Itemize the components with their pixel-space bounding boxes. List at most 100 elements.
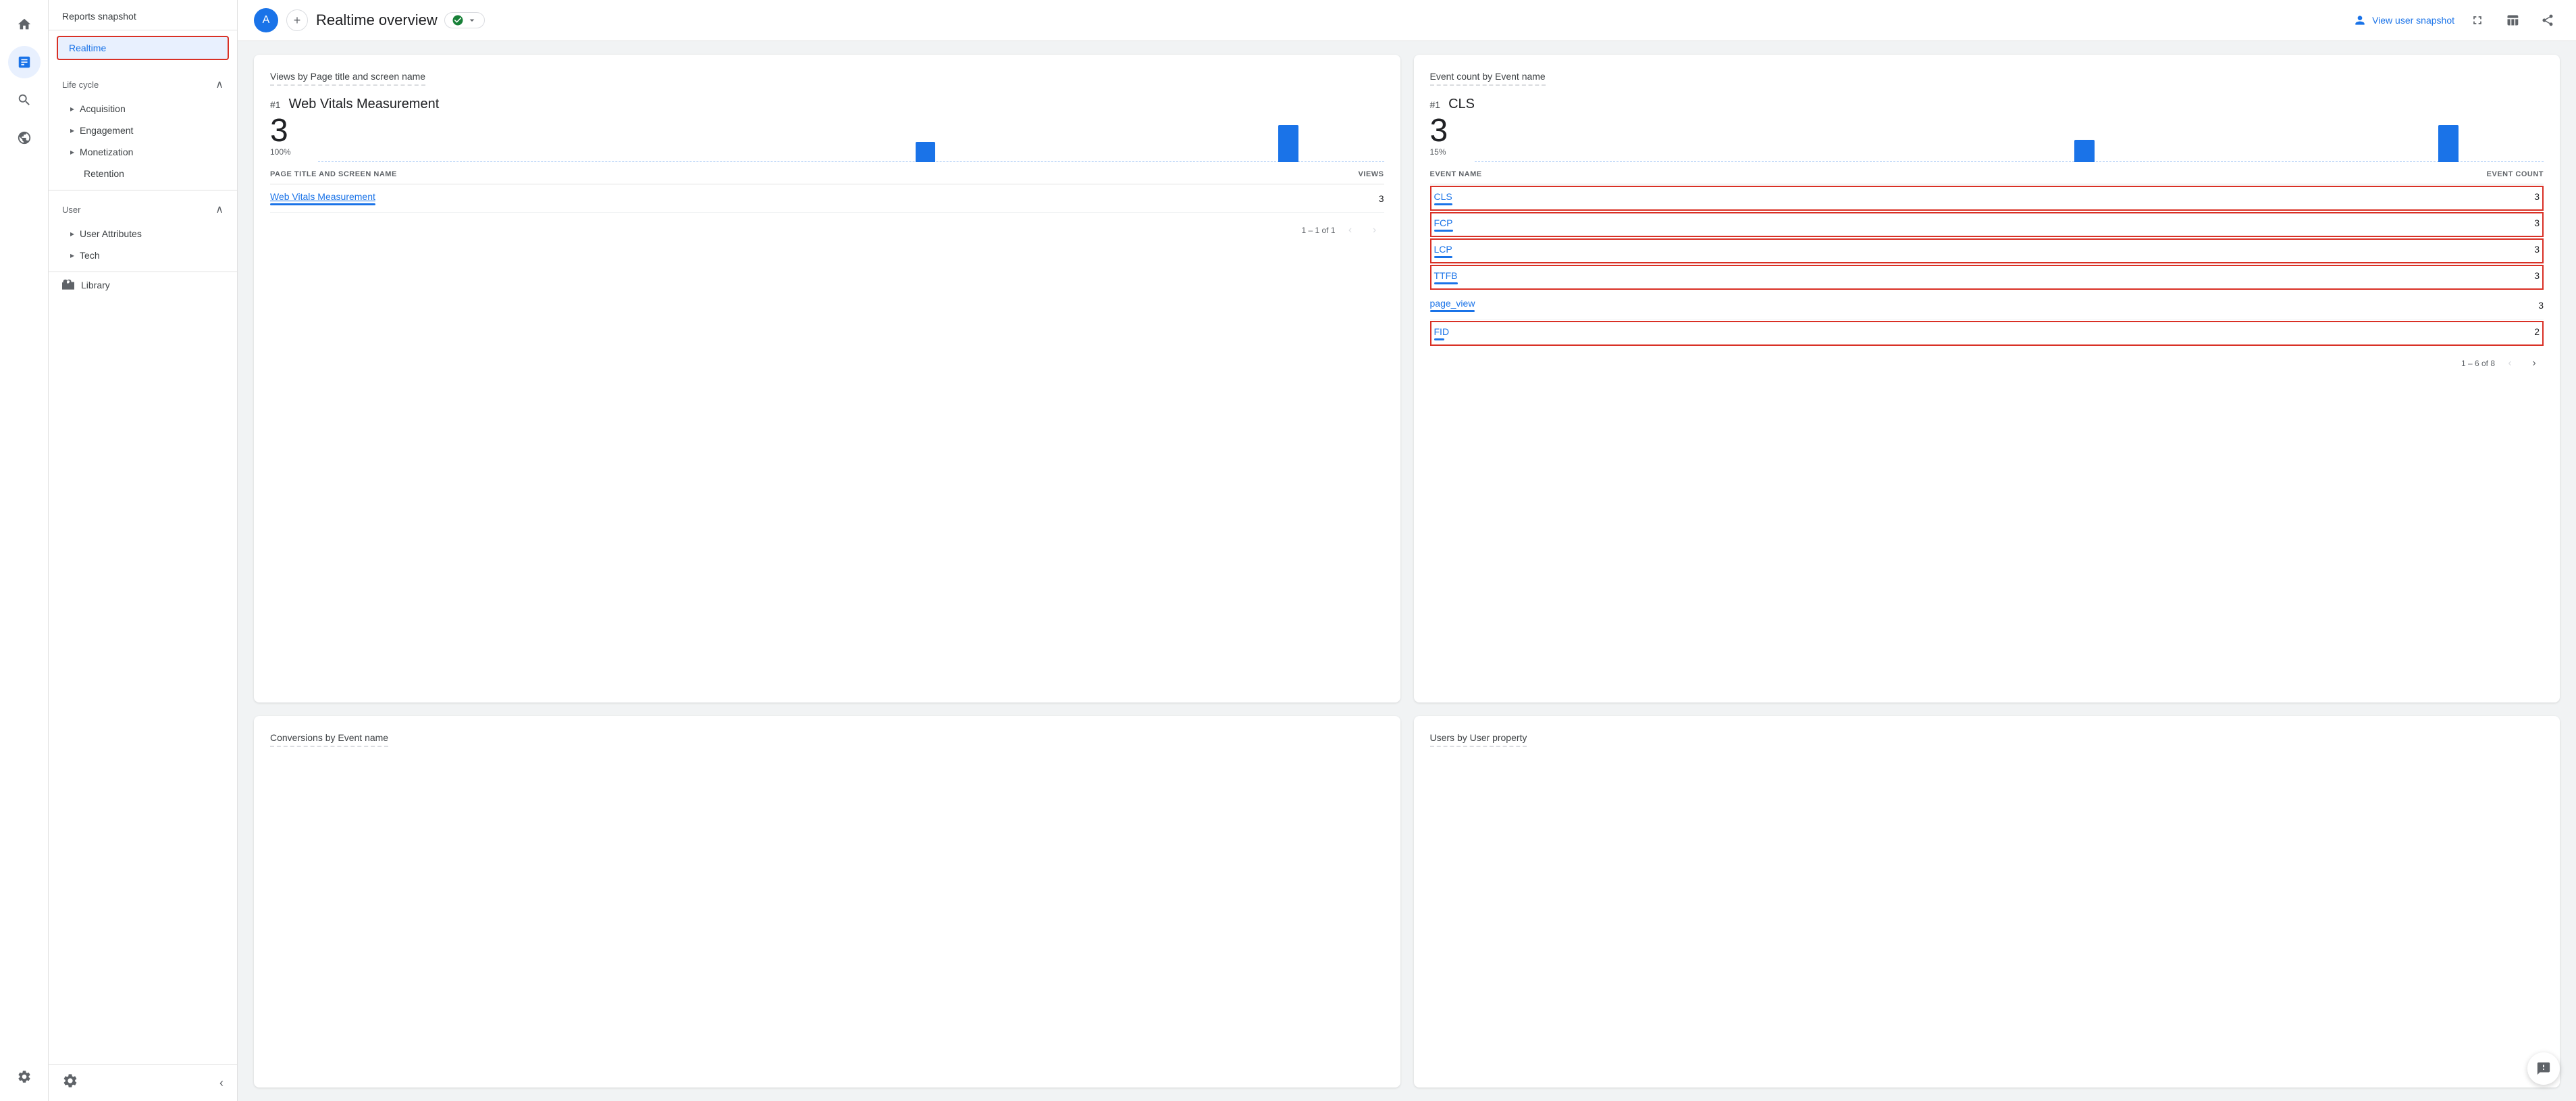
card2-prev-button[interactable]: ‹ (2500, 354, 2519, 373)
avatar-button[interactable]: A (254, 8, 278, 32)
collapse-nav-icon[interactable]: ‹ (219, 1076, 224, 1090)
tech-item[interactable]: ▸ Tech (49, 245, 237, 266)
monetization-label: Monetization (80, 147, 133, 157)
lifecycle-header[interactable]: Life cycle ∧ (49, 71, 237, 98)
nav-header: Reports snapshot (49, 0, 237, 30)
status-dropdown[interactable] (444, 12, 485, 28)
card1-big-number: 3 (270, 115, 291, 147)
engagement-bullet: ▸ (70, 126, 74, 135)
search-reports-icon[interactable] (8, 84, 41, 116)
cls-name[interactable]: CLS (1434, 191, 1452, 202)
card1-sub-label: 100% (270, 147, 291, 157)
lifecycle-label: Life cycle (62, 80, 99, 90)
card3-title: Conversions by Event name (270, 732, 388, 747)
monetization-item[interactable]: ▸ Monetization (49, 141, 237, 163)
user-header[interactable]: User ∧ (49, 196, 237, 223)
user-section-label: User (62, 205, 80, 215)
lifecycle-section: Life cycle ∧ ▸ Acquisition ▸ Engagement … (49, 66, 237, 190)
card2-next-button[interactable]: › (2525, 354, 2544, 373)
views-by-page-card: Views by Page title and screen name #1 W… (254, 55, 1400, 702)
acquisition-bullet: ▸ (70, 104, 74, 113)
fid-value: 2 (2534, 326, 2540, 340)
card2-big-number: 3 (1430, 115, 1448, 147)
card1-chart (318, 122, 1384, 162)
home-icon[interactable] (8, 8, 41, 41)
content-area: Views by Page title and screen name #1 W… (238, 41, 2576, 1101)
library-item[interactable]: Library (49, 272, 237, 298)
user-attributes-item[interactable]: ▸ User Attributes (49, 223, 237, 245)
retention-label: Retention (84, 168, 124, 179)
card2-col1: EVENT NAME (1430, 170, 1482, 178)
user-attributes-bullet: ▸ (70, 229, 74, 238)
table-row-fcp: FCP 3 (1430, 212, 2544, 237)
nav-footer: ‹ (49, 1064, 237, 1101)
lifecycle-chevron: ∧ (215, 78, 224, 91)
main-content: A + Realtime overview View user snapshot (238, 0, 2576, 1101)
lcp-name[interactable]: LCP (1434, 244, 1452, 255)
table-row-pageview: page_view 3 (1430, 291, 2544, 319)
users-by-property-card: Users by User property (1414, 716, 2560, 1087)
card1-pagination: 1 – 1 of 1 ‹ › (270, 221, 1384, 240)
report-title: Realtime overview (316, 11, 485, 29)
card4-title: Users by User property (1430, 732, 1527, 747)
acquisition-item[interactable]: ▸ Acquisition (49, 98, 237, 120)
share-icon[interactable] (2535, 8, 2560, 32)
row-name: Web Vitals Measurement (270, 191, 375, 205)
table-view-icon[interactable] (2500, 8, 2525, 32)
card1-rank: #1 (270, 99, 281, 110)
card2-chart (1475, 122, 2544, 162)
monetization-bullet: ▸ (70, 147, 74, 157)
next-page-button[interactable]: › (1365, 221, 1384, 240)
header-left: A + Realtime overview (254, 8, 485, 32)
settings-icon[interactable] (62, 1073, 78, 1093)
card1-col1: PAGE TITLE AND SCREEN NAME (270, 170, 397, 178)
card1-page-name: Web Vitals Measurement (289, 97, 440, 112)
analytics-icon[interactable] (8, 46, 41, 78)
engagement-item[interactable]: ▸ Engagement (49, 120, 237, 141)
settings-nav-icon[interactable] (8, 1060, 41, 1093)
lcp-value: 3 (2534, 244, 2540, 258)
card2-sub-label: 15% (1430, 147, 1448, 157)
library-label: Library (81, 280, 110, 290)
ttfb-value: 3 (2534, 270, 2540, 284)
pageview-name[interactable]: page_view (1430, 298, 1475, 309)
main-header: A + Realtime overview View user snapshot (238, 0, 2576, 41)
ttfb-name[interactable]: TTFB (1434, 270, 1458, 281)
fcp-value: 3 (2534, 217, 2540, 232)
engagement-label: Engagement (80, 125, 133, 136)
card2-table-header: EVENT NAME EVENT COUNT (1430, 165, 2544, 184)
user-attributes-label: User Attributes (80, 228, 142, 239)
tech-label: Tech (80, 250, 100, 261)
acquisition-label: Acquisition (80, 103, 126, 114)
left-navigation: Reports snapshot Realtime Life cycle ∧ ▸… (49, 0, 238, 1101)
icon-sidebar (0, 0, 49, 1101)
card2-col2: EVENT COUNT (2487, 170, 2544, 178)
fcp-name[interactable]: FCP (1434, 217, 1453, 228)
fid-name[interactable]: FID (1434, 326, 1450, 337)
cls-value: 3 (2534, 191, 2540, 205)
tech-bullet: ▸ (70, 251, 74, 260)
table-row-ttfb: TTFB 3 (1430, 265, 2544, 290)
expand-icon[interactable] (2465, 8, 2490, 32)
table-row-cls: CLS 3 (1430, 186, 2544, 211)
retention-item[interactable]: Retention (49, 163, 237, 184)
add-view-button[interactable]: + (286, 9, 308, 31)
conversions-card: Conversions by Event name (254, 716, 1400, 1087)
card2-rank: #1 (1430, 99, 1441, 110)
user-section: User ∧ ▸ User Attributes ▸ Tech (49, 190, 237, 272)
view-snapshot-button[interactable]: View user snapshot (2353, 14, 2454, 27)
view-snapshot-label: View user snapshot (2372, 15, 2454, 26)
prev-page-button[interactable]: ‹ (1341, 221, 1360, 240)
card2-page-name: CLS (1448, 97, 1475, 112)
explore-icon[interactable] (8, 122, 41, 154)
user-section-chevron: ∧ (215, 203, 224, 216)
card2-title: Event count by Event name (1430, 71, 1546, 86)
table-row-lcp: LCP 3 (1430, 238, 2544, 263)
feedback-button[interactable] (2527, 1052, 2560, 1085)
realtime-nav-item[interactable]: Realtime (57, 36, 229, 60)
header-right: View user snapshot (2353, 8, 2560, 32)
pageview-value: 3 (2538, 300, 2544, 311)
card1-title: Views by Page title and screen name (270, 71, 425, 86)
table-row: Web Vitals Measurement 3 (270, 184, 1384, 213)
event-count-card: Event count by Event name #1 CLS 3 15% E… (1414, 55, 2560, 702)
